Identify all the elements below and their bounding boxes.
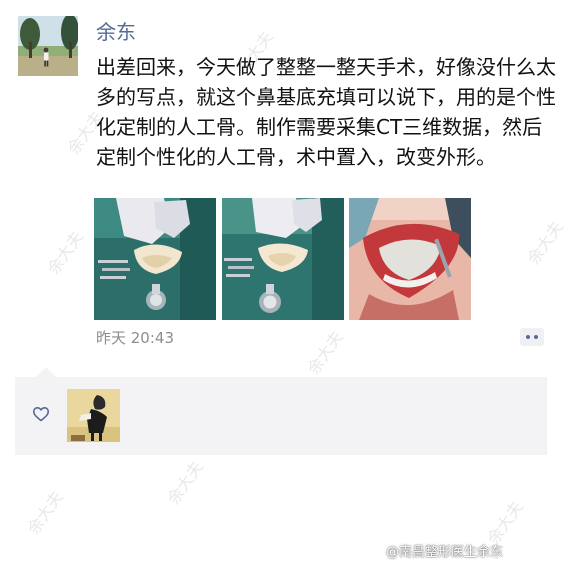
avatar-landscape-image [18, 16, 78, 76]
more-actions-button[interactable] [520, 328, 544, 346]
author-avatar[interactable] [18, 16, 78, 76]
watermark-text: 余大夫 [23, 487, 67, 538]
watermark-text: 余大夫 [43, 227, 87, 278]
post-photo-1[interactable] [94, 198, 216, 320]
liker-avatar-image [67, 389, 120, 442]
surgery-photo-mouth-incision [349, 198, 471, 320]
watermark-text: 余大夫 [163, 457, 207, 508]
author-name[interactable]: 余东 [96, 20, 136, 44]
liker-avatar[interactable] [67, 389, 120, 442]
surgery-photo-implant-tray [222, 198, 344, 320]
dot-icon [534, 335, 538, 339]
post-photo-2[interactable] [222, 198, 344, 320]
likes-panel-pointer [36, 367, 56, 377]
heart-icon [32, 407, 50, 422]
post-photo-3[interactable] [349, 198, 471, 320]
watermark-text: 余大夫 [483, 497, 527, 548]
surgery-photo-implant-held [94, 198, 216, 320]
watermark-text: 余大夫 [523, 217, 567, 268]
watermark-text: 余大夫 [303, 327, 347, 378]
post-text: 出差回来，今天做了整整一整天手术，好像没什么太多的写点，就这个鼻基底充填可以说下… [96, 55, 556, 169]
post-timestamp: 昨天 20:43 [96, 329, 174, 347]
source-credit: @南昌整形医生余东 [386, 545, 504, 560]
dot-icon [526, 335, 530, 339]
